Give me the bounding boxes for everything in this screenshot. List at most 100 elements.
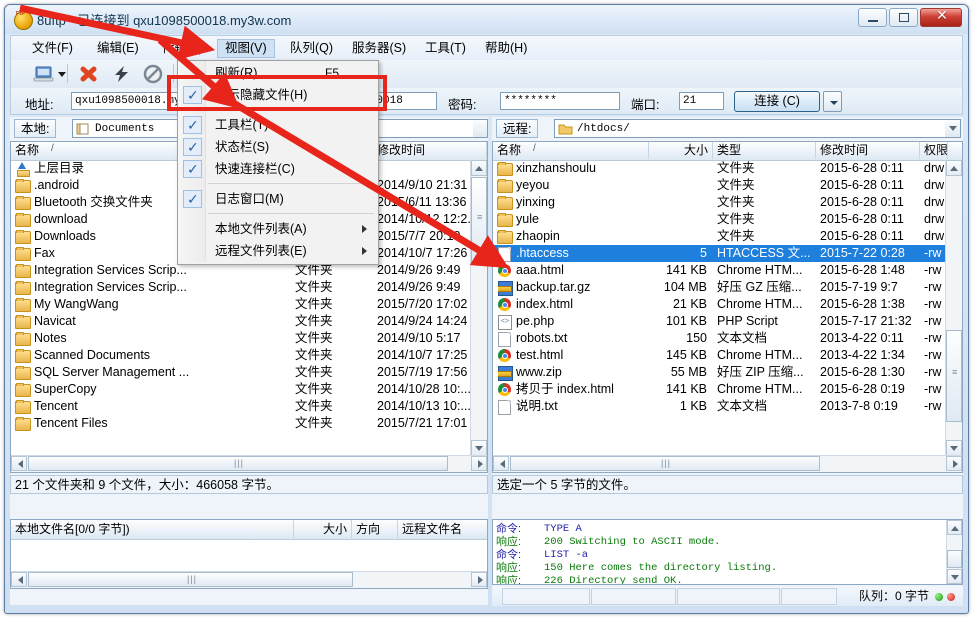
- menu-item-3[interactable]: 工具栏(T): [179, 114, 375, 136]
- view-dropdown-menu[interactable]: 刷新(R)F5显示隐藏文件(H) 工具栏(T)状态栏(S)快速连接栏(C) 日志窗口…: [177, 60, 379, 265]
- local-file-row[interactable]: Scanned Documents文件夹2014/10/7 17:25: [11, 347, 487, 364]
- menu-tools[interactable]: 工具(T): [418, 39, 473, 58]
- local-hscroll-right-button[interactable]: [471, 456, 487, 471]
- local-file-name: My WangWang: [34, 296, 119, 313]
- queue-col-localname[interactable]: 本地文件名[0/0 字节]): [11, 520, 294, 538]
- menu-server[interactable]: 服务器(S): [345, 39, 413, 58]
- transfer-queue-list[interactable]: 本地文件名[0/0 字节]) 大小 方向 远程文件名 主机 |||: [10, 519, 488, 589]
- remote-file-row[interactable]: aaa.html141 KBChrome HTM...2015-6-28 1:4…: [493, 262, 962, 279]
- remote-file-row[interactable]: pe.php101 KBPHP Script2015-7-17 21:32-rw: [493, 313, 962, 330]
- menu-item-2[interactable]: 显示隐藏文件(H): [179, 84, 375, 106]
- remote-col-name[interactable]: 名称: [493, 142, 649, 159]
- log-output[interactable]: 命令:TYPE A响应:200 Switching to ASCII mode.…: [492, 519, 963, 585]
- remote-file-date: 2015-7-19 9:7: [820, 279, 920, 296]
- local-path-dropdown[interactable]: [473, 119, 488, 138]
- remote-hscroll-thumb[interactable]: |||: [510, 456, 820, 471]
- local-file-row[interactable]: SQL Server Management ...文件夹2015/7/19 17…: [11, 364, 487, 381]
- remote-file-list[interactable]: 名称 大小 类型 修改时间 权限 / xinzhanshoulu文件夹2015-…: [492, 141, 963, 473]
- remote-file-row[interactable]: yinxing文件夹2015-6-28 0:11drw: [493, 194, 962, 211]
- local-hscroll-left-button[interactable]: [11, 456, 27, 471]
- queue-col-direction[interactable]: 方向: [352, 520, 398, 538]
- menu-help[interactable]: 帮助(H): [478, 39, 534, 58]
- local-file-row[interactable]: My WangWang文件夹2015/7/20 17:02: [11, 296, 487, 313]
- log-scroll-down-button[interactable]: [947, 569, 962, 584]
- queue-hscroll-left-button[interactable]: [11, 572, 27, 587]
- remote-file-row[interactable]: xinzhanshoulu文件夹2015-6-28 0:11drw: [493, 160, 962, 177]
- local-hscrollbar[interactable]: |||: [11, 455, 487, 472]
- password-input[interactable]: ********: [500, 92, 620, 110]
- menu-item-5[interactable]: 快速连接栏(C): [179, 158, 375, 180]
- remote-file-row[interactable]: 说明.txt1 KB文本文档2013-7-8 0:19-rw: [493, 398, 962, 415]
- connect-history-dropdown[interactable]: [823, 91, 842, 112]
- remote-scroll-up-button[interactable]: [946, 160, 962, 176]
- local-file-row[interactable]: Integration Services Scrip...文件夹2014/9/2…: [11, 279, 487, 296]
- local-scroll-down-button[interactable]: [471, 440, 487, 456]
- remote-col-size[interactable]: 大小: [649, 142, 713, 159]
- remote-file-row[interactable]: test.html145 KBChrome HTM...2013-4-22 1:…: [493, 347, 962, 364]
- menu-item-1[interactable]: 刷新(R)F5: [179, 62, 375, 84]
- menu-transfer[interactable]: 传输(T): [155, 39, 210, 58]
- remote-file-row-selected[interactable]: .htaccess5HTACCESS 文...2015-7-22 0:28-rw: [493, 245, 962, 262]
- local-col-date[interactable]: 修改时间: [373, 142, 487, 159]
- menu-file[interactable]: 文件(F): [25, 39, 80, 58]
- menu-item-8[interactable]: 远程文件列表(E): [179, 240, 375, 262]
- remote-vscrollbar[interactable]: ≡: [945, 160, 962, 456]
- remote-file-row[interactable]: yeyou文件夹2015-6-28 0:11drw: [493, 177, 962, 194]
- remote-file-row[interactable]: yule文件夹2015-6-28 0:11drw: [493, 211, 962, 228]
- quick-connect-bar: 地址: qxu1098500018.my3w.com 用户名: qxu10985…: [10, 88, 963, 115]
- local-vscrollbar[interactable]: ≡: [470, 160, 487, 456]
- queue-hscrollbar[interactable]: |||: [11, 571, 487, 588]
- disconnect-icon[interactable]: [78, 64, 100, 84]
- remote-file-row[interactable]: backup.tar.gz104 MB好压 GZ 压缩...2015-7-19 …: [493, 279, 962, 296]
- menu-queue[interactable]: 队列(Q): [283, 39, 340, 58]
- log-scroll-thumb[interactable]: [947, 550, 962, 568]
- close-button[interactable]: [920, 8, 962, 27]
- local-scroll-thumb[interactable]: ≡: [471, 177, 487, 263]
- queue-hscroll-right-button[interactable]: [471, 572, 487, 587]
- local-file-row[interactable]: Tencent Files文件夹2015/7/21 17:01: [11, 415, 487, 432]
- remote-file-row[interactable]: zhaopin文件夹2015-6-28 0:11drw: [493, 228, 962, 245]
- local-file-row[interactable]: Tencent文件夹2014/10/13 10:...: [11, 398, 487, 415]
- connect-button[interactable]: 连接 (C): [734, 91, 820, 112]
- cancel-icon[interactable]: [142, 64, 164, 84]
- local-scroll-up-button[interactable]: [471, 160, 487, 176]
- local-file-row[interactable]: Notes文件夹2014/9/10 5:17: [11, 330, 487, 347]
- local-file-type: 文件夹: [295, 415, 377, 432]
- menu-item-7[interactable]: 本地文件列表(A): [179, 218, 375, 240]
- site-manager-icon[interactable]: [33, 64, 55, 84]
- remote-hscrollbar[interactable]: |||: [493, 455, 962, 472]
- maximize-button[interactable]: [889, 8, 918, 27]
- remote-file-name: robots.txt: [516, 330, 567, 347]
- queue-col-size[interactable]: 大小: [294, 520, 352, 538]
- remote-path-dropdown[interactable]: [945, 119, 961, 138]
- menu-item-4[interactable]: 状态栏(S): [179, 136, 375, 158]
- local-hscroll-thumb[interactable]: |||: [28, 456, 448, 471]
- remote-col-date[interactable]: 修改时间: [816, 142, 920, 159]
- remote-col-perm[interactable]: 权限: [920, 142, 948, 159]
- remote-file-date: 2015-6-28 1:38: [820, 296, 920, 313]
- dropdown-arrow-icon[interactable]: [55, 64, 77, 84]
- remote-file-row[interactable]: 拷贝于 index.html141 KBChrome HTM...2015-6-…: [493, 381, 962, 398]
- remote-hscroll-left-button[interactable]: [493, 456, 509, 471]
- file-icon: [498, 332, 511, 347]
- local-file-row[interactable]: Navicat文件夹2014/9/24 14:24: [11, 313, 487, 330]
- remote-scroll-thumb[interactable]: ≡: [946, 330, 962, 422]
- remote-file-row[interactable]: www.zip55 MB好压 ZIP 压缩...2015-6-28 1:30-r…: [493, 364, 962, 381]
- remote-scroll-down-button[interactable]: [946, 440, 962, 456]
- local-file-row[interactable]: SuperCopy文件夹2014/10/28 10:...: [11, 381, 487, 398]
- menu-view[interactable]: 视图(V): [217, 39, 275, 58]
- log-scroll-up-button[interactable]: [947, 520, 962, 535]
- quick-reconnect-icon[interactable]: [111, 64, 133, 84]
- remote-file-row[interactable]: index.html21 KBChrome HTM...2015-6-28 1:…: [493, 296, 962, 313]
- queue-col-remotename[interactable]: 远程文件名: [398, 520, 488, 538]
- menu-edit[interactable]: 编辑(E): [90, 39, 146, 58]
- remote-path-input[interactable]: /htdocs/: [554, 119, 948, 138]
- remote-col-type[interactable]: 类型: [713, 142, 816, 159]
- port-input[interactable]: 21: [679, 92, 724, 110]
- log-vscrollbar[interactable]: [946, 520, 962, 584]
- remote-hscroll-right-button[interactable]: [946, 456, 962, 471]
- menu-item-6[interactable]: 日志窗口(M): [179, 188, 375, 210]
- minimize-button[interactable]: [858, 8, 887, 27]
- queue-hscroll-thumb[interactable]: |||: [28, 572, 353, 587]
- remote-file-row[interactable]: robots.txt150文本文档2013-4-22 0:11-rw: [493, 330, 962, 347]
